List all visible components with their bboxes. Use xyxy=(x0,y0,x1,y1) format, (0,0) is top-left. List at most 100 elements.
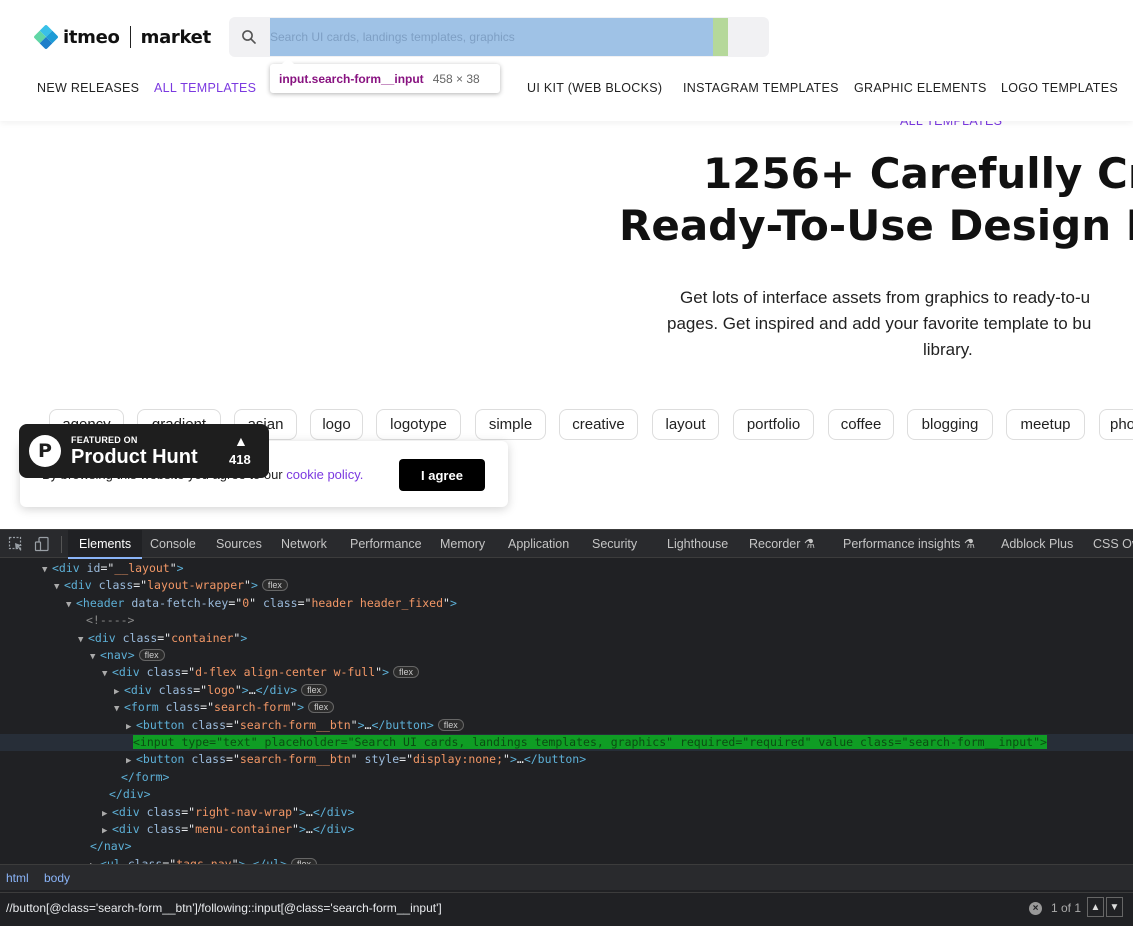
dom-node-content: ▼ <header data-fetch-key="0" class="heade… xyxy=(66,595,457,614)
tab-recorder[interactable]: Recorder ⚗ xyxy=(749,530,815,558)
dom-node[interactable]: ▶ <div class="right-nav-wrap">…</div> xyxy=(0,804,1133,821)
hero-subtitle-line2: pages. Get inspired and add your favorit… xyxy=(667,314,1092,333)
dom-node-content: ▶ <button class="search-form__btn">…</but… xyxy=(126,717,464,736)
dom-node[interactable]: ▼ <div class="layout-wrapper"> flex xyxy=(0,577,1133,594)
logo-brand: itmeo xyxy=(63,26,120,48)
dom-node[interactable]: </nav> xyxy=(0,838,1133,855)
logo[interactable]: itmeo market xyxy=(33,24,211,50)
dom-attr-quote: =" xyxy=(162,856,177,864)
dom-attr-value: tags-nav xyxy=(176,856,232,864)
search-button[interactable] xyxy=(229,17,269,57)
logo-divider xyxy=(129,26,131,48)
dom-attr-name: class xyxy=(139,822,182,836)
dom-node[interactable]: ▼ <nav> flex xyxy=(0,647,1133,664)
selected-input-markup: <input type="text" placeholder="Search U… xyxy=(133,735,1047,749)
tag-chip[interactable]: layout xyxy=(652,409,719,440)
dom-attr-value: __layout xyxy=(114,561,170,575)
dom-node[interactable]: ▼ <div class="container"> xyxy=(0,630,1133,647)
tag-chip[interactable]: coffee xyxy=(828,409,894,440)
nav-logo-templates[interactable]: LOGO TEMPLATES xyxy=(1001,81,1118,95)
flex-badge: flex xyxy=(301,683,328,696)
dom-attr-name: data-fetch-key xyxy=(124,595,229,610)
breadcrumb-body[interactable]: body xyxy=(44,871,70,885)
dom-attr-quote: " xyxy=(292,822,299,836)
dom-attr-name: style xyxy=(357,752,400,767)
dom-node[interactable]: ▶ <div class="menu-container">…</div> xyxy=(0,821,1133,838)
nav-ui-kit[interactable]: UI KIT (WEB BLOCKS) xyxy=(527,81,662,95)
previous-match-button[interactable]: ▲ xyxy=(1087,897,1104,917)
tab-elements[interactable]: Elements xyxy=(68,530,143,559)
dom-node[interactable]: ▶ <div class="logo">…</div> flex xyxy=(0,682,1133,699)
breadcrumb-html[interactable]: html xyxy=(6,871,29,885)
search-input[interactable] xyxy=(270,18,713,56)
breadcrumb-bar: html body xyxy=(0,864,1133,890)
tab-sources[interactable]: Sources xyxy=(216,530,262,558)
tag-chip[interactable]: simple xyxy=(475,409,546,440)
tag-chip[interactable]: pho xyxy=(1099,409,1133,440)
tag-chip[interactable]: logotype xyxy=(376,409,461,440)
dom-node-content: ▶ <div class="right-nav-wrap">…</div> xyxy=(102,804,354,823)
match-count: 1 of 1 xyxy=(1051,901,1082,915)
dom-tag-name: <button xyxy=(136,717,185,732)
dom-node[interactable]: </form> xyxy=(0,769,1133,786)
dom-attr-name: id xyxy=(79,561,101,575)
tab-lighthouse[interactable]: Lighthouse xyxy=(667,530,728,558)
tab-console[interactable]: Console xyxy=(150,530,196,558)
dom-node[interactable]: <!----> xyxy=(0,612,1133,629)
nav-all-templates[interactable]: ALL TEMPLATES xyxy=(154,81,256,95)
dom-tag-name: <div xyxy=(112,665,140,680)
xpath-search-input[interactable]: //button[@class='search-form__btn']/foll… xyxy=(6,901,442,915)
agree-button[interactable]: I agree xyxy=(399,459,485,491)
dom-node[interactable]: </div> xyxy=(0,786,1133,803)
dom-node[interactable]: ▼ <form class="search-form"> flex xyxy=(0,699,1133,716)
clear-search-icon[interactable]: × xyxy=(1029,902,1042,915)
tab-css-overview[interactable]: CSS Ove xyxy=(1093,530,1133,558)
tab-security[interactable]: Security xyxy=(592,530,637,558)
tag-chip[interactable]: meetup xyxy=(1006,409,1085,440)
dom-close-tag: </ul> xyxy=(252,856,288,864)
toolbar-divider xyxy=(61,536,62,553)
dom-node[interactable]: ▼ <div class="d-flex align-center w-full"… xyxy=(0,664,1133,681)
tab-performance-insights[interactable]: Performance insights ⚗ xyxy=(843,530,975,558)
dom-node-content: ▼ <div class="layout-wrapper"> flex xyxy=(54,577,288,596)
tab-performance[interactable]: Performance xyxy=(350,530,422,558)
tooltip-size: 458 × 38 xyxy=(432,71,480,86)
nav-new-releases[interactable]: NEW RELEASES xyxy=(37,81,139,95)
nav-graphic-elements[interactable]: GRAPHIC ELEMENTS xyxy=(854,81,987,95)
dom-node-selected[interactable]: <input type="text" placeholder="Search U… xyxy=(0,734,1133,751)
product-hunt-badge[interactable]: P FEATURED ON Product Hunt ▲ 418 xyxy=(19,424,269,478)
dom-attr-quote: =" xyxy=(226,752,240,767)
tag-chip[interactable]: logo xyxy=(310,409,363,440)
tag-chip[interactable]: blogging xyxy=(907,409,993,440)
tag-chip[interactable]: creative xyxy=(559,409,638,440)
dom-tag-name: <header xyxy=(76,595,125,610)
inspect-element-icon[interactable] xyxy=(8,536,24,552)
dom-node[interactable]: ▶ <button class="search-form__btn" style=… xyxy=(0,751,1133,768)
device-toolbar-icon[interactable] xyxy=(34,536,50,552)
devtools-tabbar: Elements Console Sources Network Perform… xyxy=(0,529,1133,559)
cookie-policy-link[interactable]: cookie policy. xyxy=(286,467,363,482)
dom-tag-name: <button xyxy=(136,752,185,767)
dom-attr-value: search-form__btn xyxy=(239,752,351,767)
tab-adblock-plus[interactable]: Adblock Plus xyxy=(1001,530,1073,558)
dom-tag-name: <div xyxy=(52,561,80,575)
dom-node-content: ▼ <div class="container"> xyxy=(78,630,247,649)
dom-node[interactable]: ▼ <header data-fetch-key="0" class="heade… xyxy=(0,595,1133,612)
tab-application[interactable]: Application xyxy=(508,530,569,558)
hero-title-line1: 1256+ Carefully Craft xyxy=(703,149,1133,198)
dom-tag-end: > xyxy=(357,717,365,732)
dom-node[interactable]: ▼ <div id="__layout"> xyxy=(0,560,1133,577)
dom-node[interactable]: ▶<ul class="tags-nav">…</ul>flex xyxy=(0,856,1133,864)
dom-tag-name: <div xyxy=(112,822,140,836)
tag-chip[interactable]: portfolio xyxy=(733,409,814,440)
nav-instagram-templates[interactable]: INSTAGRAM TEMPLATES xyxy=(683,81,839,95)
tab-network[interactable]: Network xyxy=(281,530,327,558)
dom-tag-name: <div xyxy=(124,682,152,697)
dom-attr-quote: =" xyxy=(133,578,148,593)
tooltip-selector: input.search-form__input xyxy=(279,71,424,86)
next-match-button[interactable]: ▼ xyxy=(1106,897,1123,917)
dom-tag-name: <div xyxy=(64,578,92,593)
dom-attr-quote: " xyxy=(503,752,510,767)
dom-node[interactable]: ▶ <button class="search-form__btn">…</but… xyxy=(0,717,1133,734)
tab-memory[interactable]: Memory xyxy=(440,530,485,558)
